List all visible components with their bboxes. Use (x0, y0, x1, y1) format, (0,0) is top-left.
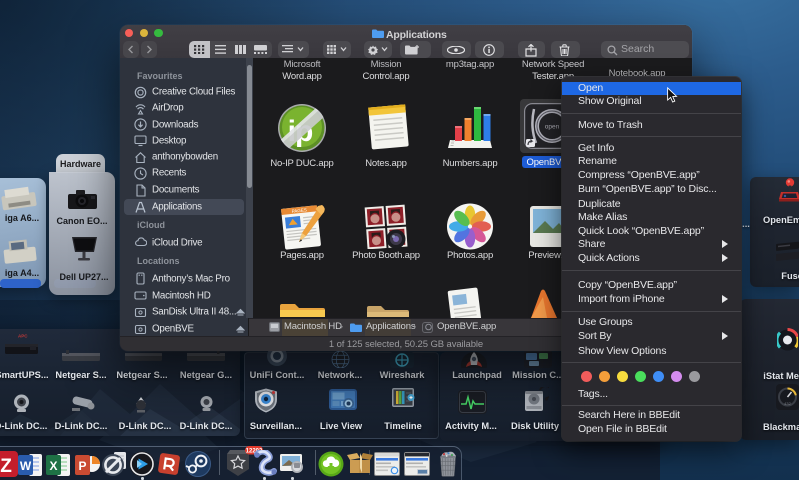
svg-text:Z: Z (0, 456, 12, 477)
svg-text:open: open (545, 124, 560, 131)
svg-text:W: W (20, 459, 32, 473)
svg-text:APC: APC (18, 334, 28, 339)
svg-text:P: P (78, 459, 86, 473)
svg-text:X: X (49, 459, 57, 473)
svg-text:432: 432 (784, 401, 791, 406)
